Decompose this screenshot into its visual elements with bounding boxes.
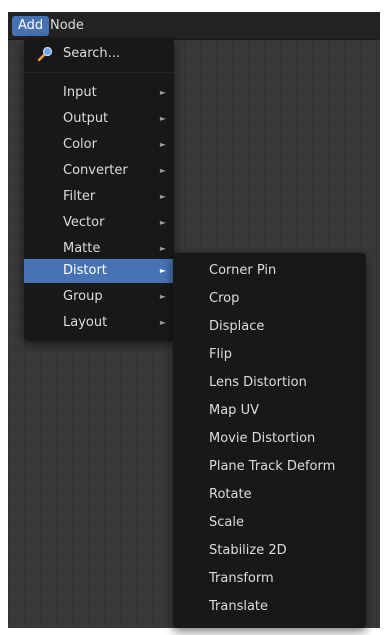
- menu-item-label: Matte: [63, 241, 101, 256]
- submenu-item-crop[interactable]: Crop: [173, 285, 366, 313]
- submenu-item-label: Crop: [209, 291, 240, 306]
- menu-item-output[interactable]: Output ►: [24, 107, 174, 131]
- menu-item-label: Group: [63, 289, 103, 304]
- submenu-arrow-icon: ►: [159, 244, 166, 253]
- distort-submenu: Corner Pin Crop Displace Flip Lens Disto…: [173, 253, 366, 628]
- submenu-item-displace[interactable]: Displace: [173, 313, 366, 341]
- menu-item-label: Color: [63, 137, 97, 152]
- add-menu: Search... Input ► Output ► Color ► Conve…: [24, 38, 174, 341]
- menu-item-input[interactable]: Input ►: [24, 81, 174, 105]
- menu-item-group[interactable]: Group ►: [24, 285, 174, 309]
- menu-item-label: Vector: [63, 215, 105, 230]
- submenu-item-label: Displace: [209, 319, 265, 334]
- node-menu-button[interactable]: Node: [44, 16, 90, 36]
- menu-item-distort[interactable]: Distort ►: [24, 259, 174, 283]
- submenu-item-label: Stabilize 2D: [209, 543, 287, 558]
- menu-item-vector[interactable]: Vector ►: [24, 211, 174, 235]
- submenu-arrow-icon: ►: [159, 140, 166, 149]
- search-icon: [37, 46, 53, 62]
- menu-item-color[interactable]: Color ►: [24, 133, 174, 157]
- menu-item-label: Layout: [63, 315, 108, 330]
- submenu-item-label: Lens Distortion: [209, 375, 307, 390]
- menu-item-label: Converter: [63, 163, 128, 178]
- submenu-item-transform[interactable]: Transform: [173, 565, 366, 593]
- menu-item-label: Output: [63, 111, 109, 126]
- menu-item-label: Distort: [63, 263, 107, 278]
- menu-item-label: Filter: [63, 189, 96, 204]
- menu-item-converter[interactable]: Converter ►: [24, 159, 174, 183]
- submenu-arrow-icon: ►: [159, 266, 166, 275]
- submenu-arrow-icon: ►: [159, 292, 166, 301]
- submenu-item-scale[interactable]: Scale: [173, 509, 366, 537]
- search-label: Search...: [63, 46, 121, 61]
- submenu-item-label: Flip: [209, 347, 232, 362]
- submenu-item-label: Translate: [209, 599, 269, 614]
- menu-separator: [24, 72, 174, 73]
- submenu-item-label: Movie Distortion: [209, 431, 316, 446]
- submenu-item-corner-pin[interactable]: Corner Pin: [173, 257, 366, 285]
- submenu-item-label: Corner Pin: [209, 263, 277, 278]
- submenu-item-label: Rotate: [209, 487, 252, 502]
- submenu-arrow-icon: ►: [159, 114, 166, 123]
- submenu-item-label: Scale: [209, 515, 244, 530]
- submenu-item-plane-track-deform[interactable]: Plane Track Deform: [173, 453, 366, 481]
- menu-item-layout[interactable]: Layout ►: [24, 311, 174, 335]
- submenu-item-lens-distortion[interactable]: Lens Distortion: [173, 369, 366, 397]
- submenu-item-rotate[interactable]: Rotate: [173, 481, 366, 509]
- submenu-arrow-icon: ►: [159, 88, 166, 97]
- submenu-item-label: Plane Track Deform: [209, 459, 336, 474]
- submenu-item-label: Transform: [209, 571, 274, 586]
- submenu-item-flip[interactable]: Flip: [173, 341, 366, 369]
- submenu-item-stabilize-2d[interactable]: Stabilize 2D: [173, 537, 366, 565]
- submenu-item-movie-distortion[interactable]: Movie Distortion: [173, 425, 366, 453]
- editor-header: Add Node: [8, 12, 380, 40]
- menu-item-matte[interactable]: Matte ►: [24, 237, 174, 261]
- menu-item-label: Input: [63, 85, 97, 100]
- search-menu-item[interactable]: Search...: [24, 42, 174, 66]
- submenu-arrow-icon: ►: [159, 192, 166, 201]
- submenu-arrow-icon: ►: [159, 218, 166, 227]
- submenu-arrow-icon: ►: [159, 166, 166, 175]
- submenu-item-label: Map UV: [209, 403, 259, 418]
- submenu-item-translate[interactable]: Translate: [173, 593, 366, 621]
- submenu-arrow-icon: ►: [159, 318, 166, 327]
- menu-item-filter[interactable]: Filter ►: [24, 185, 174, 209]
- submenu-item-map-uv[interactable]: Map UV: [173, 397, 366, 425]
